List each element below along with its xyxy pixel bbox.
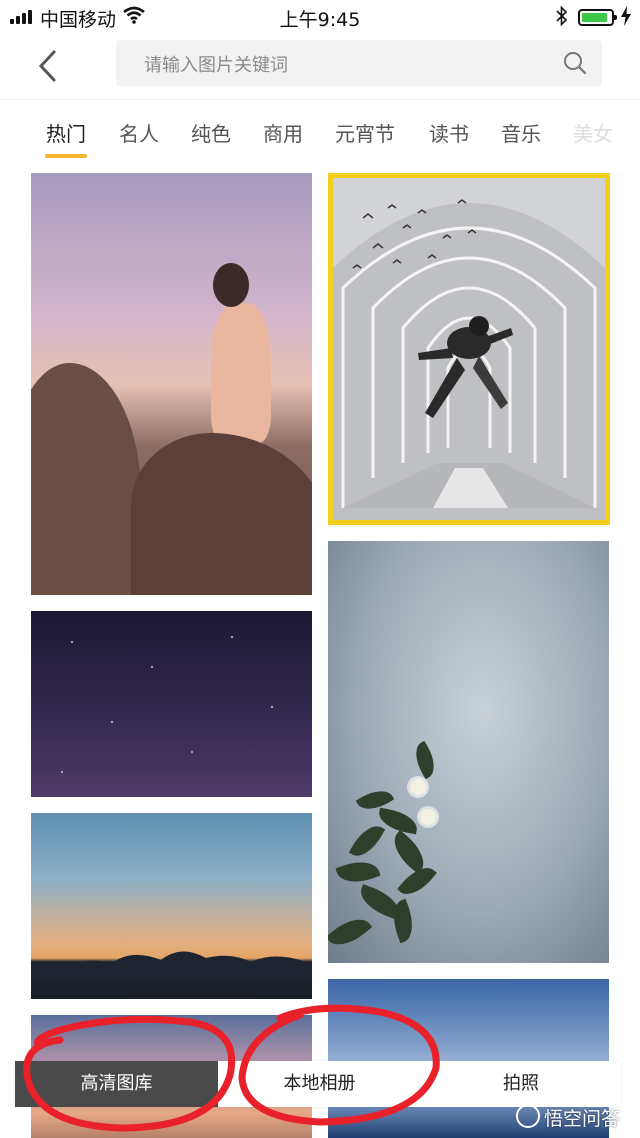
search-icon[interactable] bbox=[562, 50, 588, 76]
local-album-button[interactable]: 本地相册 bbox=[218, 1061, 421, 1107]
gallery-image-sunset-clouds[interactable] bbox=[31, 813, 312, 999]
tab-music[interactable]: 音乐 bbox=[501, 118, 541, 147]
chevron-left-icon[interactable] bbox=[34, 48, 62, 84]
tab-hot[interactable]: 热门 bbox=[46, 118, 86, 147]
bluetooth-icon bbox=[556, 5, 568, 27]
take-photo-button[interactable]: 拍照 bbox=[421, 1061, 621, 1107]
gallery-image-wall-plant[interactable] bbox=[328, 541, 609, 963]
tab-solid-color[interactable]: 纯色 bbox=[191, 118, 231, 147]
tab-reading[interactable]: 读书 bbox=[429, 118, 469, 147]
gallery-image-woman-on-rocks[interactable] bbox=[31, 173, 312, 595]
status-bar: 中国移动 上午9:45 bbox=[0, 0, 640, 34]
category-tabs: 热门 名人 纯色 商用 元宵节 读书 音乐 美女 bbox=[0, 112, 640, 162]
tab-celebrity[interactable]: 名人 bbox=[119, 118, 159, 147]
charging-icon bbox=[621, 6, 631, 26]
watermark-logo-icon bbox=[516, 1104, 540, 1128]
watermark-text: 悟空问答 bbox=[544, 1108, 621, 1130]
battery-icon bbox=[578, 9, 617, 26]
tab-lantern-festival[interactable]: 元宵节 bbox=[335, 118, 395, 147]
bottom-source-bar: 高清图库 本地相册 拍照 bbox=[15, 1061, 621, 1107]
active-tab-indicator bbox=[45, 154, 87, 158]
search-header: 请输入图片关键词 bbox=[0, 34, 640, 100]
search-input[interactable]: 请输入图片关键词 bbox=[116, 40, 602, 86]
watermark: 悟空问答 bbox=[516, 1102, 636, 1132]
gallery-image-night-sky[interactable] bbox=[31, 611, 312, 797]
hd-gallery-button[interactable]: 高清图库 bbox=[15, 1061, 218, 1107]
gallery-image-tunnel-jump[interactable] bbox=[328, 173, 610, 525]
tab-beauty[interactable]: 美女 bbox=[573, 118, 613, 147]
tab-commercial[interactable]: 商用 bbox=[263, 118, 303, 147]
search-placeholder: 请输入图片关键词 bbox=[144, 55, 288, 76]
clock-time: 上午9:45 bbox=[279, 9, 361, 31]
